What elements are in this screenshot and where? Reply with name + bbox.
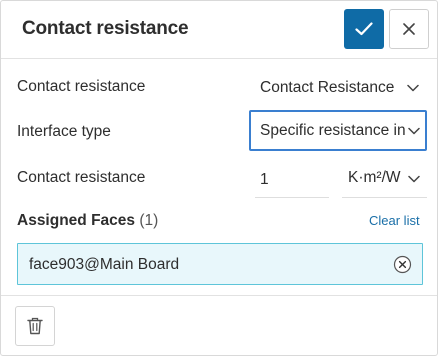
assigned-faces-label: Assigned Faces xyxy=(17,212,136,229)
assigned-faces-count: (1) xyxy=(139,212,159,229)
unit-value: K·m²/W xyxy=(348,169,401,186)
resistance-value-input[interactable] xyxy=(255,162,329,198)
interface-type-value: Specific resistance in xyxy=(260,122,406,139)
panel-header: Contact resistance xyxy=(1,1,437,59)
footer-divider xyxy=(1,295,437,296)
clear-list-link[interactable]: Clear list xyxy=(369,213,420,228)
contact-resistance-type-label: Contact resistance xyxy=(17,78,146,95)
interface-type-label: Interface type xyxy=(17,123,111,140)
chevron-down-icon xyxy=(408,127,420,135)
contact-resistance-panel: Contact resistance Contact resistance Co… xyxy=(0,0,438,356)
confirm-button[interactable] xyxy=(344,9,384,49)
resistance-value-label: Contact resistance xyxy=(17,169,146,186)
assigned-face-name: face903@Main Board xyxy=(29,256,180,273)
remove-face-icon[interactable] xyxy=(393,255,412,274)
trash-icon xyxy=(27,317,43,335)
unit-select[interactable]: K·m²/W xyxy=(342,162,427,198)
panel-title: Contact resistance xyxy=(22,18,189,39)
chevron-down-icon xyxy=(408,175,420,183)
chevron-down-icon xyxy=(407,84,419,92)
close-button[interactable] xyxy=(389,9,429,49)
contact-resistance-type-select[interactable]: Contact Resistance xyxy=(260,78,428,98)
close-icon xyxy=(403,23,415,35)
interface-type-select[interactable]: Specific resistance in xyxy=(249,110,427,151)
checkmark-icon xyxy=(355,22,373,36)
delete-button[interactable] xyxy=(15,306,55,346)
assigned-faces-heading: Assigned Faces (1) xyxy=(17,212,158,230)
assigned-face-item[interactable]: face903@Main Board xyxy=(17,243,423,285)
contact-resistance-type-value: Contact Resistance xyxy=(260,79,395,96)
